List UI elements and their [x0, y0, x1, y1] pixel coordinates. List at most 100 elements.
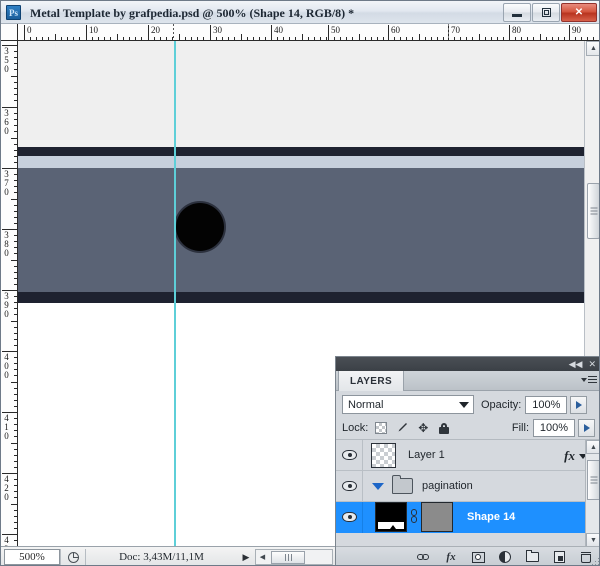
transparent-checker-icon — [370, 442, 396, 468]
panel-menu-button[interactable] — [581, 374, 597, 385]
preview-proxy-button[interactable] — [60, 549, 86, 565]
folder-icon — [392, 475, 413, 494]
canvas-horizontal-scrollbar[interactable]: ◀ — [255, 549, 333, 565]
ruler-minor-tick — [117, 34, 118, 40]
title-bar[interactable]: Ps Metal Template by grafpedia.psd @ 500… — [1, 1, 599, 24]
lock-transparency-icon[interactable] — [375, 422, 388, 434]
ruler-guide-marker — [448, 24, 449, 40]
lock-position-icon[interactable]: ✥ — [417, 422, 429, 434]
status-menu-button[interactable]: ▶ — [237, 547, 255, 565]
lock-row: Lock: ✥ Fill: 100% — [336, 417, 599, 440]
scroll-down-arrow[interactable]: ▼ — [586, 533, 599, 547]
fill-input[interactable]: 100% — [533, 419, 575, 437]
ruler-label: 420 — [4, 474, 9, 502]
ruler-label: 80 — [512, 25, 521, 35]
panel-resize-grip[interactable] — [590, 556, 599, 565]
lock-image-icon[interactable] — [396, 422, 408, 434]
opacity-input[interactable]: 100% — [525, 395, 568, 414]
link-mask-icon[interactable] — [410, 509, 418, 525]
status-bar: 500% Doc: 3,43M/11,1M ▶ ◀ — [1, 546, 335, 565]
fill-slider-button[interactable] — [578, 419, 595, 437]
ruler-major-tick — [509, 25, 510, 40]
layer-list[interactable]: Layer 1 fx pagination Shape 14 — [336, 440, 599, 547]
ruler-minor-tick — [11, 199, 17, 200]
ruler-label: 20 — [151, 25, 160, 35]
opacity-slider-button[interactable] — [570, 395, 588, 414]
vector-mask-thumbnail[interactable] — [421, 502, 453, 532]
ruler-label: 360 — [4, 108, 9, 136]
new-adjustment-layer-icon[interactable] — [498, 550, 512, 564]
link-layers-icon[interactable] — [417, 550, 431, 564]
layer-mask-thumbnail[interactable] — [375, 502, 407, 532]
blend-mode-select[interactable]: Normal — [342, 395, 474, 414]
maximize-button[interactable] — [532, 3, 560, 22]
grip-icon — [590, 206, 597, 217]
top-light-band — [18, 41, 584, 147]
ruler-minor-tick — [11, 260, 17, 261]
ruler-minor-tick — [419, 34, 420, 40]
layer-visibility-toggle[interactable] — [336, 470, 363, 502]
window-controls: ✕ — [503, 3, 597, 22]
ruler-label: 30 — [213, 25, 222, 35]
ruler-major-tick — [24, 25, 25, 40]
ruler-minor-tick — [11, 382, 17, 383]
layer-style-fx-icon[interactable]: fx — [444, 550, 458, 564]
chevron-up-icon: ▲ — [590, 45, 597, 52]
layer-visibility-toggle[interactable] — [336, 501, 363, 533]
lock-all-icon[interactable] — [438, 422, 450, 434]
ruler-label: 380 — [4, 230, 9, 258]
collapse-panel-icon[interactable]: ◀◀ — [569, 359, 583, 369]
blend-mode-row: Normal Opacity: 100% — [336, 392, 599, 417]
layer-fx-icon[interactable]: fx — [564, 448, 575, 464]
close-button[interactable]: ✕ — [561, 3, 597, 22]
tab-layers[interactable]: LAYERS — [338, 371, 405, 391]
layer-visibility-toggle[interactable] — [336, 440, 363, 471]
panel-tab-row: LAYERS — [336, 371, 599, 391]
black-circle-shape[interactable] — [176, 203, 224, 251]
vertical-guide[interactable] — [174, 41, 176, 546]
ruler-minor-tick — [11, 321, 17, 322]
layer-name: pagination — [422, 480, 473, 492]
table-row[interactable]: Layer 1 fx — [336, 440, 599, 471]
group-expand-icon[interactable] — [372, 482, 384, 490]
scroll-up-arrow[interactable]: ▲ — [586, 41, 599, 56]
ruler-label: 90 — [572, 25, 581, 35]
ruler-label: 40 — [274, 25, 283, 35]
slate-body-band — [18, 168, 584, 292]
layers-scrollbar[interactable]: ▲ ▼ — [585, 440, 599, 547]
panel-title-bar[interactable]: ◀◀ ✕ — [336, 357, 599, 371]
triangle-right-icon: ▶ — [242, 551, 250, 562]
vertical-ruler[interactable]: 350 360 370 380 390 400 410 420 430 — [1, 41, 18, 546]
new-layer-icon[interactable] — [552, 550, 566, 564]
dark-rule-bottom — [18, 292, 584, 303]
dark-rule-top — [18, 147, 584, 156]
minimize-button[interactable] — [503, 3, 531, 22]
layers-scroll-thumb[interactable] — [587, 460, 599, 500]
light-blue-band — [18, 156, 584, 168]
horizontal-ruler[interactable]: 0 10 20 30 40 50 60 70 80 90 — [18, 24, 599, 41]
photoshop-window: Ps Metal Template by grafpedia.psd @ 500… — [0, 0, 600, 566]
close-panel-icon[interactable]: ✕ — [588, 359, 596, 369]
ruler-label: 370 — [4, 169, 9, 197]
horizontal-scroll-thumb[interactable] — [271, 550, 305, 564]
ruler-label: 60 — [391, 25, 400, 35]
ruler-label: 390 — [4, 291, 9, 319]
grip-icon — [590, 475, 597, 486]
scroll-up-arrow[interactable]: ▲ — [586, 440, 599, 454]
ruler-corner[interactable] — [1, 24, 18, 41]
ruler-major-tick — [569, 25, 570, 40]
vertical-scroll-thumb[interactable] — [587, 183, 599, 239]
new-group-icon[interactable] — [525, 550, 539, 564]
ruler-minor-tick — [179, 34, 180, 40]
table-row[interactable]: pagination — [336, 470, 599, 502]
triangle-right-icon — [575, 400, 582, 409]
zoom-level-input[interactable]: 500% — [4, 549, 60, 565]
hamburger-icon — [588, 374, 597, 385]
layer-thumbnail[interactable] — [363, 442, 403, 468]
scroll-left-arrow[interactable]: ◀ — [256, 553, 269, 561]
table-row[interactable]: Shape 14 — [336, 501, 599, 533]
ruler-minor-tick — [11, 138, 17, 139]
eye-icon — [341, 450, 357, 460]
ruler-major-tick — [328, 25, 329, 40]
add-layer-mask-icon[interactable] — [471, 550, 485, 564]
